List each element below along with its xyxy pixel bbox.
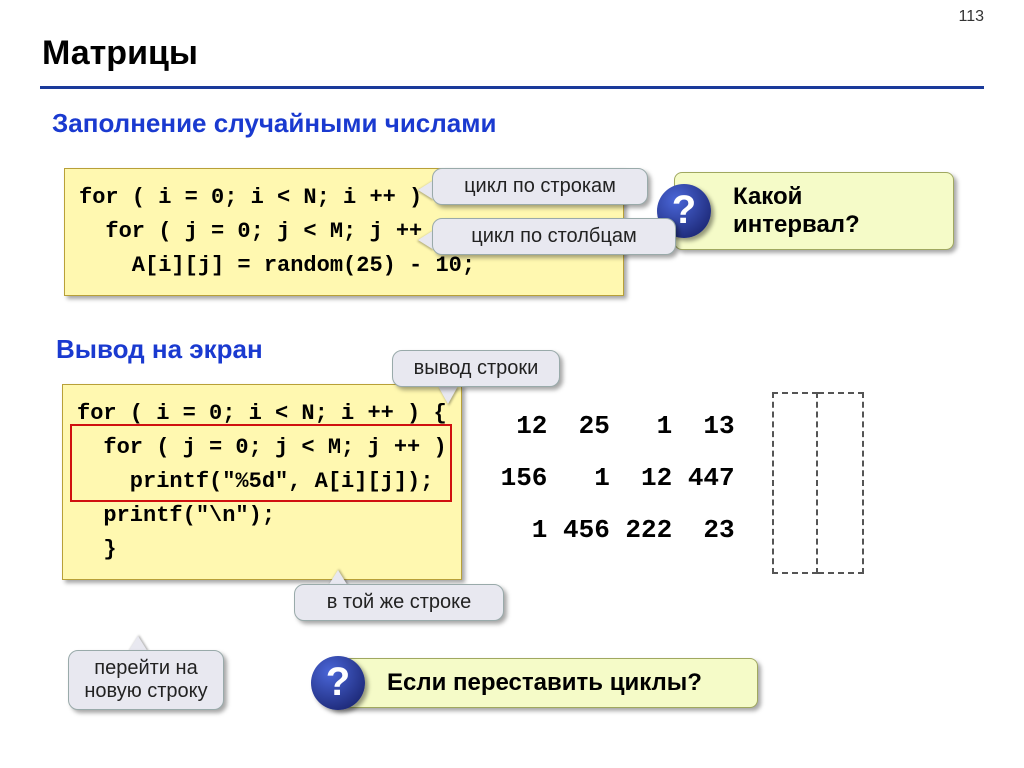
callout-same-line: в той же строке [294, 584, 504, 621]
question-interval-text: Какой интервал? [733, 183, 860, 238]
dashed-column-highlight [818, 392, 864, 574]
slide-title: Матрицы [42, 34, 198, 73]
question-mark-icon: ? [311, 656, 365, 710]
dashed-column-highlight [772, 392, 818, 574]
callout-rows-loop: цикл по строкам [432, 168, 648, 205]
highlight-inner-loop [70, 424, 452, 502]
title-rule [40, 86, 984, 89]
callout-row-output: вывод строки [392, 350, 560, 387]
callout-cols-loop: цикл по столбцам [432, 218, 676, 255]
matrix-output: 12 25 1 13 156 1 12 447 1 456 222 23 [485, 400, 735, 556]
question-interval: ? Какой интервал? [674, 172, 954, 250]
subtitle-fill: Заполнение случайными числами [52, 108, 496, 139]
page-number: 113 [958, 8, 984, 26]
subtitle-output: Вывод на экран [56, 334, 263, 365]
question-swap-loops: ? Если переставить циклы? [328, 658, 758, 708]
callout-tail [438, 386, 458, 404]
question-swap-text: Если переставить циклы? [387, 669, 702, 696]
callout-newline: перейти на новую строку [68, 650, 224, 710]
